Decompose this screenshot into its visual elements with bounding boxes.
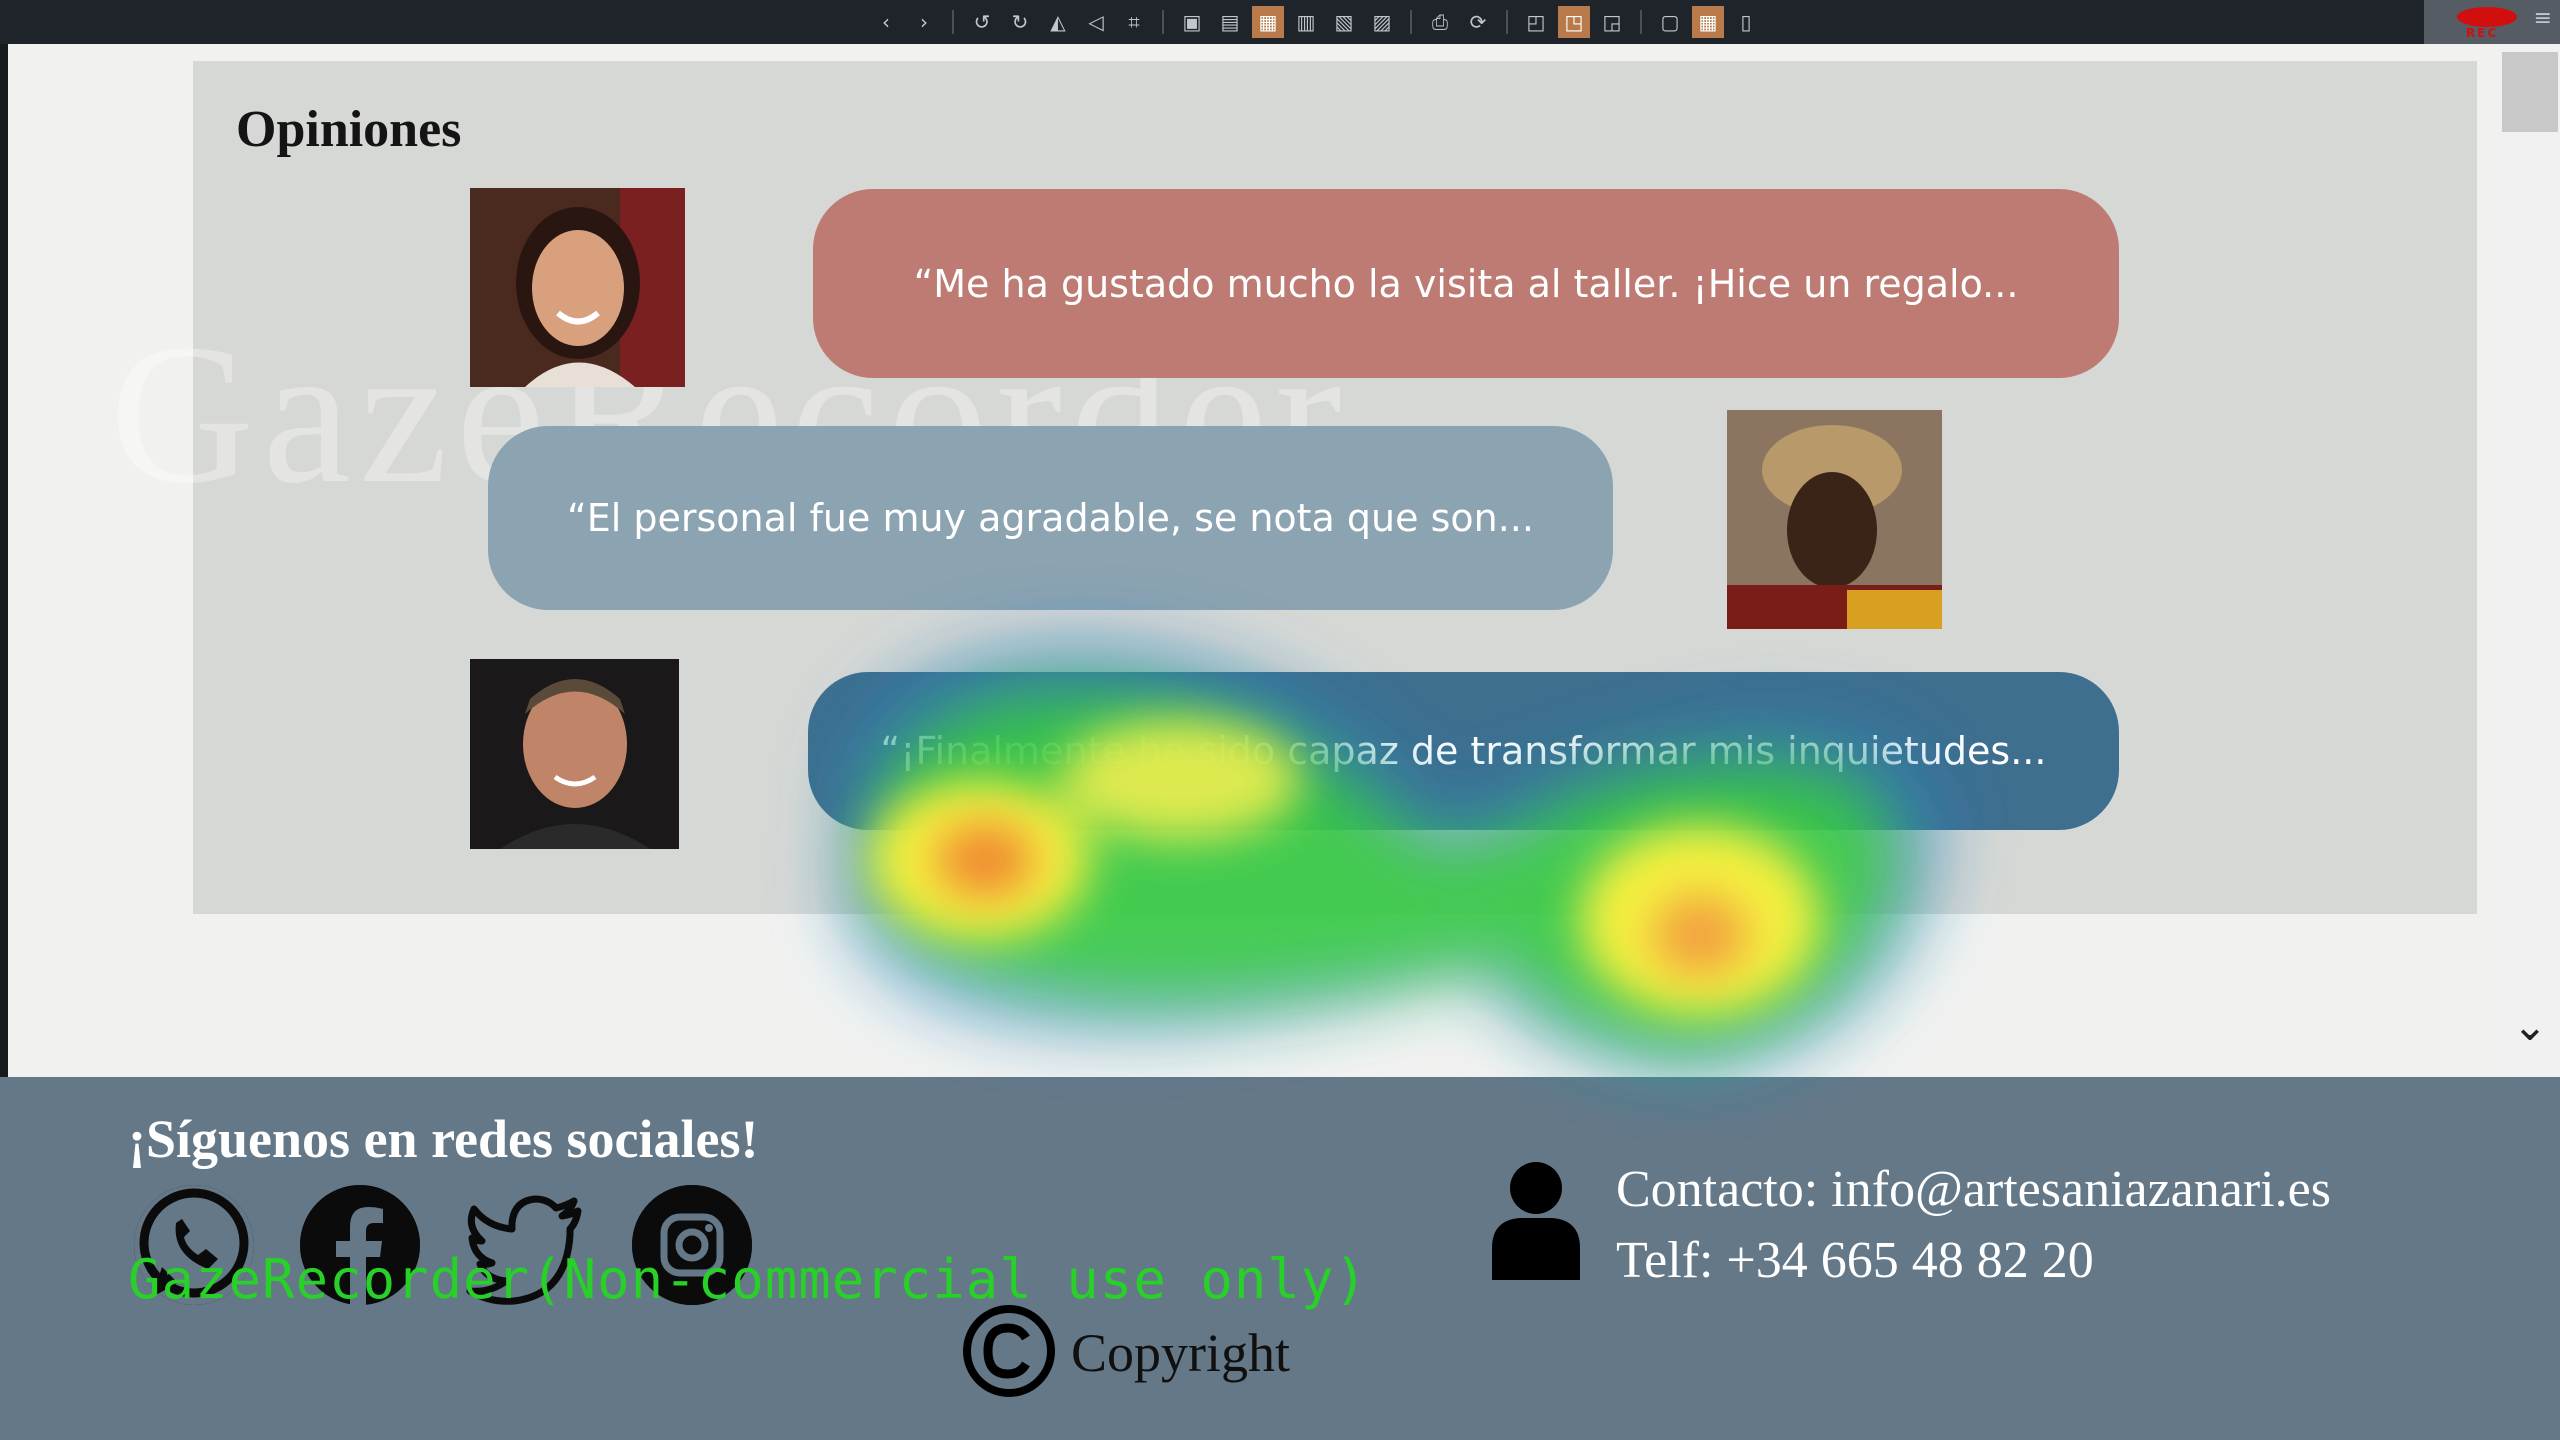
view-3-icon[interactable]: ▦ bbox=[1252, 6, 1284, 38]
print-icon[interactable]: ⎙ bbox=[1424, 6, 1456, 38]
layout-2-icon[interactable]: ◳ bbox=[1558, 6, 1590, 38]
chevron-down-icon[interactable]: ⌄ bbox=[2504, 1001, 2556, 1050]
contact-phone: Telf: +34 665 48 82 20 bbox=[1616, 1232, 2094, 1289]
toolbar-icons: ‹ › ↺ ↻ ◭ ◁ ⌗ ▣ ▤ ▦ ▥ ▧ ▨ ⎙ ⟳ ◰ ◳ ◲ ▢ ▦ … bbox=[870, 6, 1762, 38]
layout-1-icon[interactable]: ◰ bbox=[1520, 6, 1552, 38]
testimonial-bubble: “Me ha gustado mucho la visita al taller… bbox=[813, 189, 2119, 378]
toolbar-separator bbox=[1506, 10, 1508, 34]
testimonial-bubble: “¡Finalmente he sido capaz de transforma… bbox=[808, 672, 2119, 830]
redo-icon[interactable]: ↻ bbox=[1004, 6, 1036, 38]
chevron-left-icon[interactable]: ‹ bbox=[870, 6, 902, 38]
viewer-toolbar: ‹ › ↺ ↻ ◭ ◁ ⌗ ▣ ▤ ▦ ▥ ▧ ▨ ⎙ ⟳ ◰ ◳ ◲ ▢ ▦ … bbox=[0, 0, 2560, 44]
person-icon bbox=[1492, 1162, 1580, 1280]
refresh-icon[interactable]: ⟳ bbox=[1462, 6, 1494, 38]
layout-3-icon[interactable]: ◲ bbox=[1596, 6, 1628, 38]
view-2-icon[interactable]: ▤ bbox=[1214, 6, 1246, 38]
testimonial-text: “¡Finalmente he sido capaz de transforma… bbox=[880, 729, 2047, 773]
section-title: Opiniones bbox=[236, 101, 462, 158]
contact-email[interactable]: Contacto: info@artesaniazanari.es bbox=[1616, 1160, 2331, 1219]
chevron-right-icon[interactable]: › bbox=[908, 6, 940, 38]
testimonial-text: “Me ha gustado mucho la visita al taller… bbox=[913, 261, 2019, 306]
view-5-icon[interactable]: ▧ bbox=[1328, 6, 1360, 38]
page-scrollbar[interactable]: ⌄ bbox=[2500, 44, 2560, 1077]
view-4-icon[interactable]: ▥ bbox=[1290, 6, 1322, 38]
record-button[interactable]: REC ≡ bbox=[2424, 0, 2560, 44]
grid-icon[interactable]: ▦ bbox=[1692, 6, 1724, 38]
undo-icon[interactable]: ↺ bbox=[966, 6, 998, 38]
social-title: ¡Síguenos en redes sociales! bbox=[128, 1109, 759, 1169]
toolbar-separator bbox=[1640, 10, 1642, 34]
rotate-icon[interactable]: ◁ bbox=[1080, 6, 1112, 38]
toolbar-separator bbox=[1410, 10, 1412, 34]
menu-icon[interactable]: ≡ bbox=[2534, 6, 2552, 31]
flip-icon[interactable]: ◭ bbox=[1042, 6, 1074, 38]
avatar-woman-2 bbox=[1727, 410, 1942, 629]
view-1-icon[interactable]: ▣ bbox=[1176, 6, 1208, 38]
record-label: REC bbox=[2466, 26, 2499, 40]
gazerecorder-footer-watermark: GazeRecorder(Non-commercial use only) bbox=[128, 1248, 1368, 1311]
window-edge bbox=[0, 44, 8, 1077]
testimonial-bubble: “El personal fue muy agradable, se nota … bbox=[488, 426, 1613, 610]
crop-icon[interactable]: ⌗ bbox=[1118, 6, 1150, 38]
scrollbar-thumb[interactable] bbox=[2502, 52, 2558, 132]
delete-icon[interactable]: ▯ bbox=[1730, 6, 1762, 38]
avatar-man bbox=[470, 659, 679, 849]
testimonial-text: “El personal fue muy agradable, se nota … bbox=[567, 496, 1534, 540]
image-icon[interactable]: ▢ bbox=[1654, 6, 1686, 38]
avatar-woman-1 bbox=[470, 188, 685, 387]
copyright-text: Copyright bbox=[1071, 1323, 1291, 1383]
toolbar-separator bbox=[952, 10, 954, 34]
record-dot-icon bbox=[2457, 7, 2517, 27]
view-6-icon[interactable]: ▨ bbox=[1366, 6, 1398, 38]
toolbar-separator bbox=[1162, 10, 1164, 34]
copyright-icon bbox=[963, 1305, 1055, 1397]
